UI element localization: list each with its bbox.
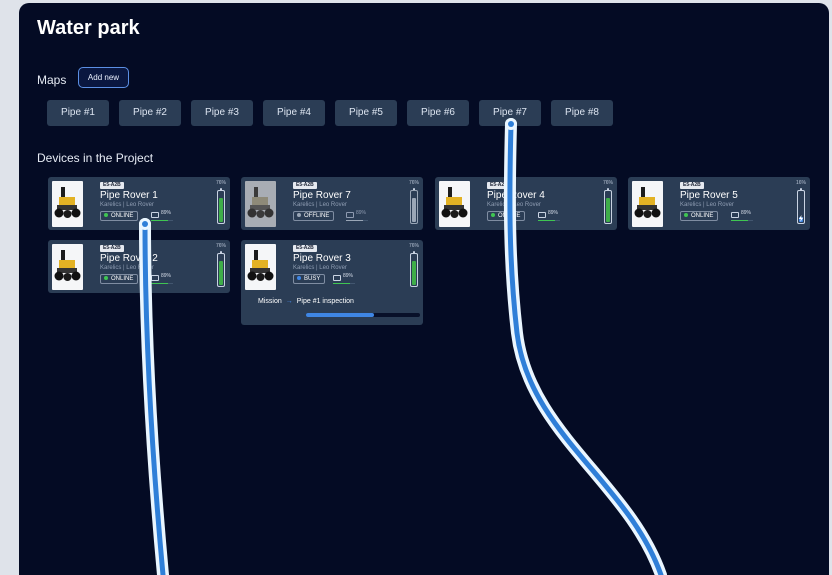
cable-right (507, 121, 664, 575)
cable-right-dot (508, 121, 514, 127)
cable-right-outline (503, 118, 667, 575)
cable-left-dot (142, 221, 148, 227)
cable-overlay (139, 118, 667, 575)
project-panel: Water park Maps Add new Pipe #1 Pipe #2 … (19, 3, 829, 575)
